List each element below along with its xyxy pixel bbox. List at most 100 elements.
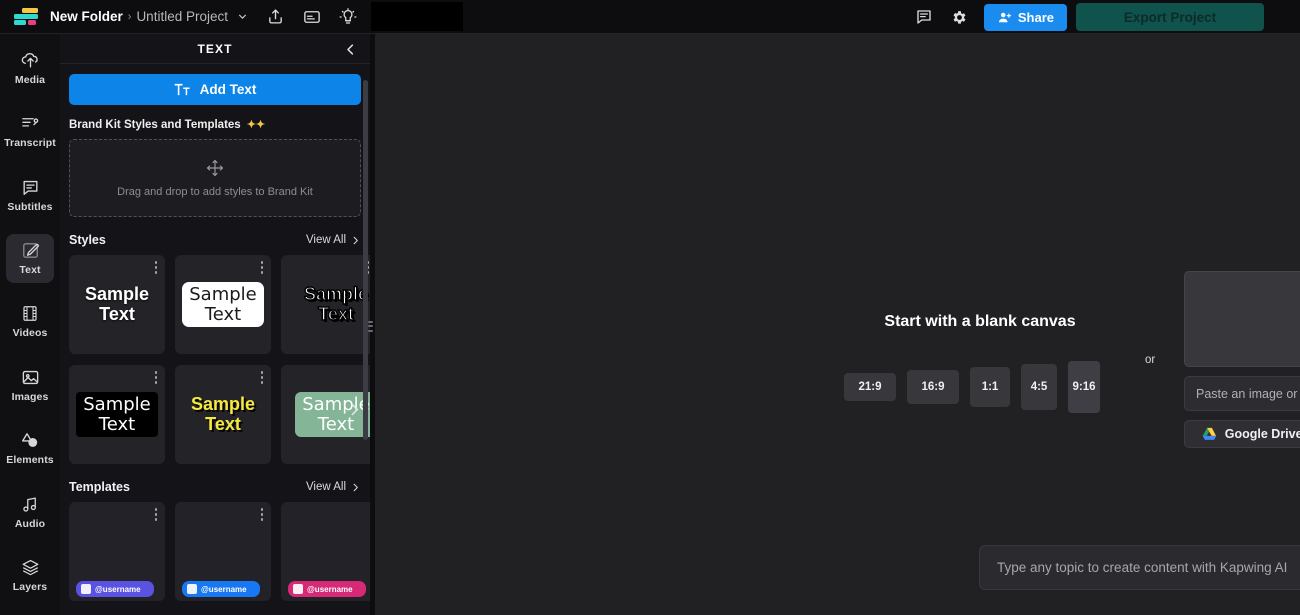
transcript-icon bbox=[20, 114, 40, 133]
sidebar-item-media[interactable]: Media bbox=[6, 44, 54, 92]
subtitles-icon bbox=[21, 178, 40, 197]
aspect-ratio-16-9[interactable]: 16:9 bbox=[907, 370, 959, 404]
text-panel-header: TEXT bbox=[60, 34, 370, 64]
top-bar: New Folder › Untitled Project Share Expo… bbox=[0, 0, 1300, 34]
image-icon bbox=[21, 368, 40, 387]
sidebar-item-images[interactable]: Images bbox=[6, 361, 54, 409]
sidebar-item-label: Subtitles bbox=[7, 200, 53, 213]
kapwing-ai-placeholder: Type any topic to create content with Ka… bbox=[997, 560, 1288, 575]
aspect-ratio-options: 21:9 16:9 1:1 4:5 9:16 bbox=[844, 361, 1100, 413]
move-arrows-icon bbox=[205, 158, 225, 178]
layers-icon bbox=[21, 558, 40, 577]
style-card-preview-text: Sample Text bbox=[84, 284, 150, 324]
text-tt-icon bbox=[174, 82, 191, 97]
panel-resize-handle[interactable] bbox=[367, 316, 374, 336]
share-upload-icon[interactable] bbox=[263, 4, 289, 30]
style-card[interactable]: Sample Text bbox=[69, 365, 165, 464]
google-drive-icon bbox=[1202, 427, 1217, 441]
blank-canvas-title: Start with a blank canvas bbox=[884, 313, 1076, 330]
sidebar-item-layers[interactable]: Layers bbox=[6, 552, 54, 600]
empty-toolbar-placeholder bbox=[371, 2, 463, 31]
sidebar-item-label: Layers bbox=[12, 581, 48, 594]
aspect-ratio-label: 1:1 bbox=[981, 381, 999, 393]
sidebar-item-videos[interactable]: Videos bbox=[6, 298, 54, 346]
style-card[interactable]: Sample Text bbox=[175, 255, 271, 354]
styles-section-header: Styles View All bbox=[69, 233, 361, 247]
brand-kit-dropzone-text: Drag and drop to add styles to Brand Kit bbox=[117, 186, 313, 198]
brand-kit-dropzone[interactable]: Drag and drop to add styles to Brand Kit bbox=[69, 139, 361, 217]
add-text-button[interactable]: Add Text bbox=[69, 74, 361, 105]
export-project-button[interactable]: Export Project bbox=[1076, 3, 1264, 31]
template-card[interactable]: @username bbox=[175, 502, 271, 601]
left-tool-rail: Media Transcript Subtitles Text Videos I… bbox=[0, 34, 60, 615]
templates-view-all-link[interactable]: View All bbox=[306, 481, 361, 493]
template-badge-label: @username bbox=[95, 584, 141, 594]
style-card-preview-text: Sample Text bbox=[303, 284, 369, 324]
card-menu-icon[interactable] bbox=[260, 261, 263, 276]
sidebar-item-label: Media bbox=[14, 73, 46, 86]
aspect-ratio-label: 21:9 bbox=[858, 381, 882, 393]
breadcrumb-folder[interactable]: New Folder bbox=[50, 9, 123, 24]
card-menu-icon[interactable] bbox=[260, 371, 263, 386]
sidebar-item-label: Text bbox=[19, 264, 41, 277]
chevron-down-icon[interactable] bbox=[236, 10, 249, 23]
style-card[interactable]: Sample Text bbox=[69, 255, 165, 354]
google-drive-button[interactable]: Google Drive bbox=[1184, 420, 1300, 448]
kapwing-ai-prompt-input[interactable]: Type any topic to create content with Ka… bbox=[979, 545, 1300, 590]
aspect-ratio-21-9[interactable]: 21:9 bbox=[844, 373, 896, 401]
sidebar-item-transcript[interactable]: Transcript bbox=[4, 107, 56, 155]
template-card[interactable]: @username bbox=[281, 502, 370, 601]
aspect-ratio-9-16[interactable]: 9:16 bbox=[1068, 361, 1100, 413]
style-card-preview-text: Sample Text bbox=[182, 282, 264, 327]
templates-section-header: Templates View All bbox=[69, 480, 361, 494]
text-panel: TEXT Add Text Brand Kit Styles and Templ… bbox=[60, 34, 370, 615]
upload-panel: Click to upload or, drag and drop a file… bbox=[1184, 271, 1300, 448]
aspect-ratio-label: 4:5 bbox=[1030, 381, 1048, 393]
sidebar-item-label: Audio bbox=[14, 517, 46, 530]
elements-shapes-icon bbox=[20, 431, 40, 450]
template-badge: @username bbox=[76, 581, 154, 597]
breadcrumb-project-title[interactable]: Untitled Project bbox=[136, 9, 228, 24]
captions-icon[interactable] bbox=[299, 4, 325, 30]
audio-note-icon bbox=[21, 495, 39, 514]
text-edit-icon bbox=[21, 241, 40, 260]
card-menu-icon[interactable] bbox=[154, 508, 157, 523]
templates-grid-row-1: @username @username @username bbox=[69, 502, 370, 601]
aspect-ratio-4-5[interactable]: 4:5 bbox=[1021, 364, 1057, 410]
sparkle-icon: ✦✦ bbox=[246, 119, 266, 131]
sidebar-item-label: Transcript bbox=[4, 137, 56, 150]
card-menu-icon[interactable] bbox=[154, 371, 157, 386]
template-badge-label: @username bbox=[201, 584, 247, 594]
template-badge: @username bbox=[182, 581, 260, 597]
sidebar-item-text[interactable]: Text bbox=[6, 234, 54, 283]
template-card[interactable]: @username bbox=[69, 502, 165, 601]
styles-grid-row-2: Sample Text Sample Text Sample Text bbox=[69, 365, 370, 464]
lightbulb-icon[interactable] bbox=[335, 4, 361, 30]
chevron-left-icon[interactable] bbox=[338, 37, 362, 61]
brand-kit-section-label: Brand Kit Styles and Templates ✦✦ bbox=[69, 118, 361, 132]
chevron-right-icon bbox=[353, 236, 358, 244]
comments-icon[interactable] bbox=[911, 4, 937, 30]
styles-view-all-link[interactable]: View All bbox=[306, 234, 361, 246]
sidebar-item-subtitles[interactable]: Subtitles bbox=[6, 171, 54, 219]
settings-gear-icon[interactable] bbox=[947, 4, 973, 30]
card-menu-icon[interactable] bbox=[260, 508, 263, 523]
template-badge: @username bbox=[288, 581, 366, 597]
url-input[interactable]: Paste an image or video URL (e.g. https:… bbox=[1184, 376, 1300, 411]
sidebar-item-elements[interactable]: Elements bbox=[6, 425, 54, 473]
share-button[interactable]: Share bbox=[983, 3, 1067, 31]
aspect-ratio-1-1[interactable]: 1:1 bbox=[970, 367, 1010, 407]
top-bar-actions: Share Export Project bbox=[901, 0, 1300, 34]
styles-next-arrow-icon[interactable] bbox=[343, 396, 365, 422]
facebook-icon bbox=[187, 584, 197, 594]
kapwing-logo[interactable] bbox=[13, 7, 41, 27]
media-upload-icon bbox=[21, 51, 40, 70]
breadcrumb-separator: › bbox=[127, 10, 132, 23]
style-card[interactable]: Sample Text bbox=[175, 365, 271, 464]
click-to-upload-dropzone[interactable]: Click to upload or, drag and drop a file… bbox=[1184, 271, 1300, 367]
card-menu-icon[interactable] bbox=[154, 261, 157, 276]
sidebar-item-label: Elements bbox=[6, 454, 54, 467]
panel-scrollbar[interactable] bbox=[363, 80, 368, 440]
style-card[interactable]: Sample Text bbox=[281, 255, 370, 354]
sidebar-item-audio[interactable]: Audio bbox=[6, 488, 54, 536]
